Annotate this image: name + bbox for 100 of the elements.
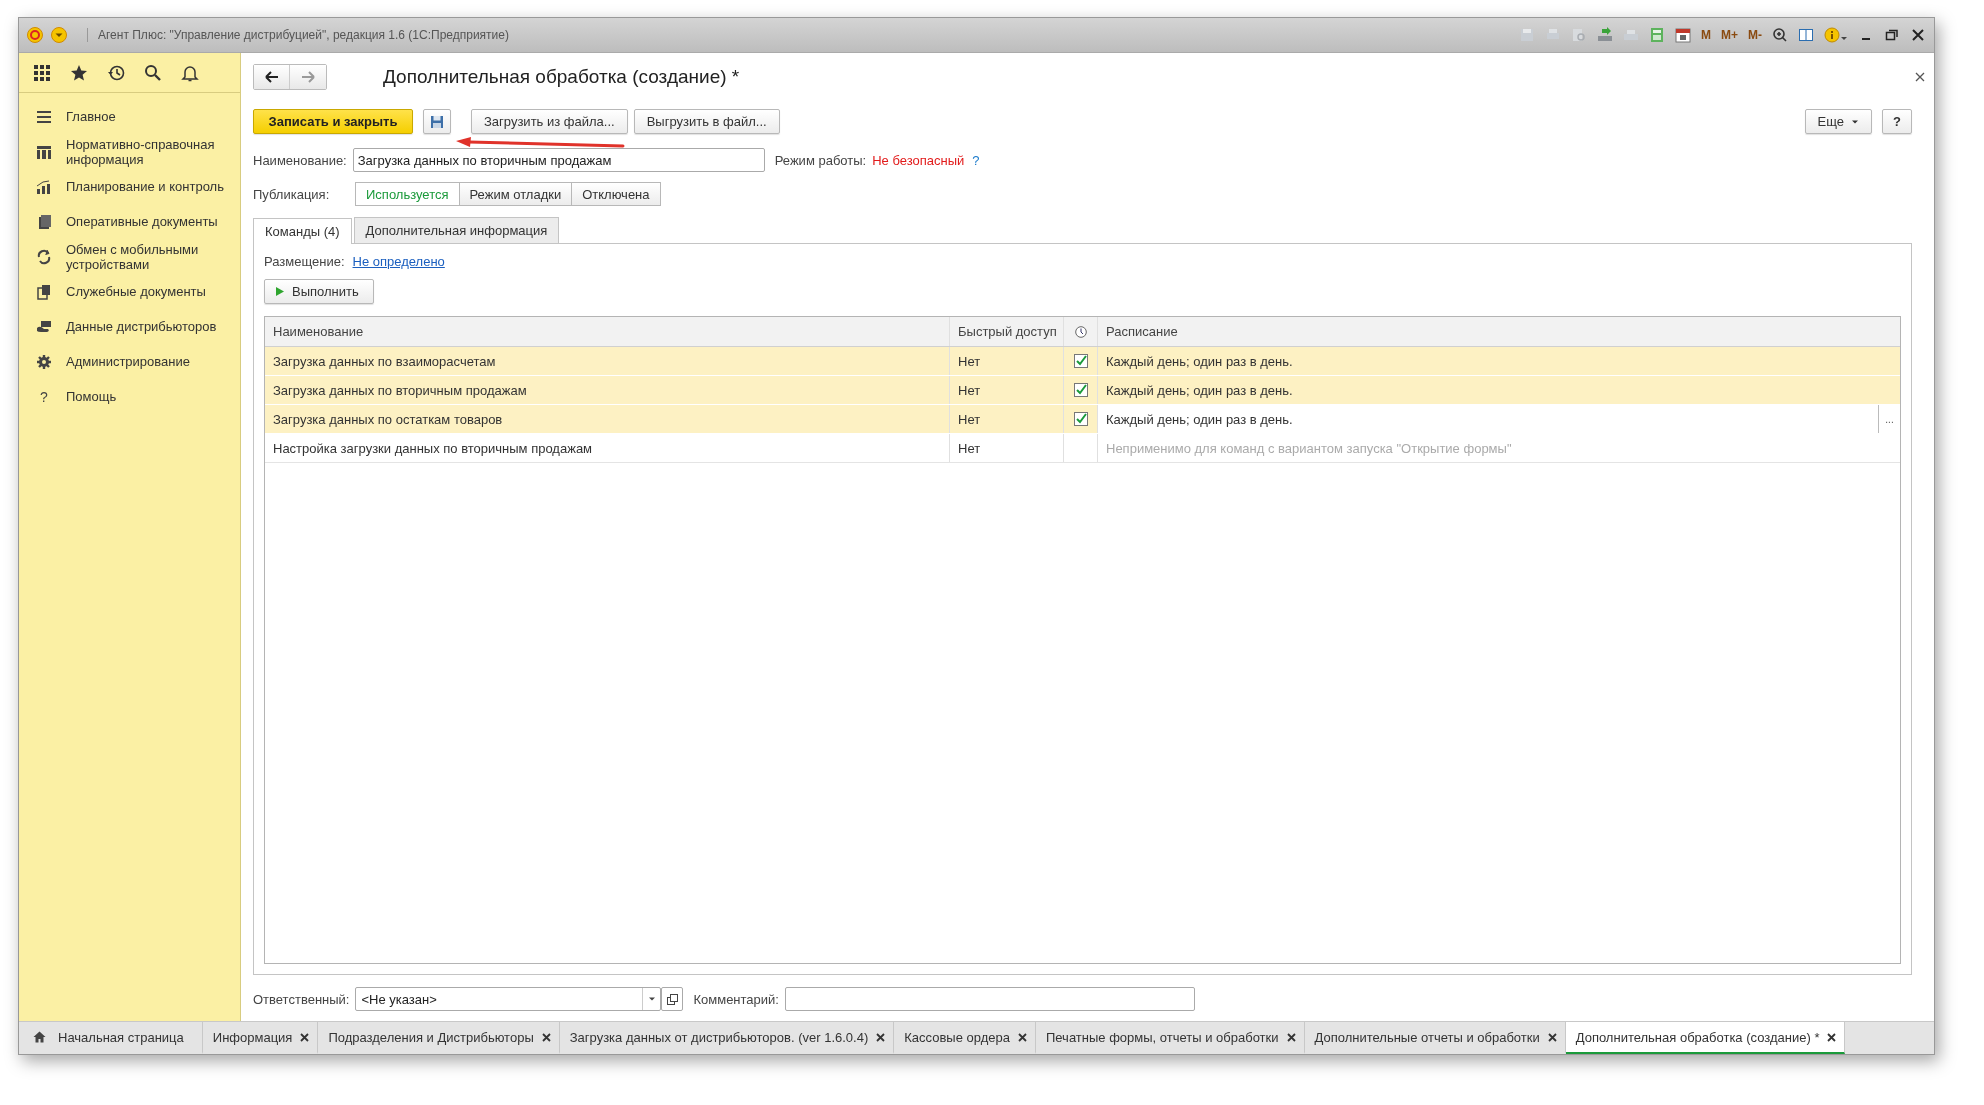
column-header[interactable]: Наименование	[265, 317, 950, 346]
history-icon[interactable]	[107, 63, 125, 82]
close-icon[interactable]	[300, 1032, 310, 1042]
window-tab[interactable]: Кассовые ордера	[894, 1022, 1036, 1054]
window-tab[interactable]: Дополнительные отчеты и обработки	[1304, 1022, 1566, 1054]
window-tab[interactable]: Печатные формы, отчеты и обработки	[1035, 1022, 1305, 1054]
field-label: Комментарий:	[693, 991, 779, 1007]
close-icon[interactable]	[1547, 1032, 1557, 1042]
zoom-icon[interactable]	[1772, 27, 1788, 43]
tab[interactable]: Дополнительная информация	[353, 217, 560, 243]
column-header[interactable]: Быстрый доступ	[950, 317, 1064, 346]
close-icon[interactable]	[1910, 27, 1926, 43]
sidebar-item[interactable]: Данные дистрибьюторов	[19, 309, 240, 344]
gear-icon	[36, 353, 52, 370]
field-label: Режим работы:	[774, 152, 867, 168]
info-icon[interactable]	[1824, 27, 1848, 43]
close-icon[interactable]	[1914, 71, 1926, 83]
table-cell: Нет	[950, 376, 1064, 404]
placement-link[interactable]: Не определено	[352, 254, 445, 269]
documents-icon	[36, 213, 52, 230]
column-header[interactable]: Расписание	[1098, 317, 1900, 346]
save-and-close-button[interactable]: Записать и закрыть	[253, 109, 413, 134]
close-icon[interactable]	[541, 1032, 551, 1042]
table-cell-text: Неприменимо для команд с вариантом запуска "Открытие формы"	[1105, 439, 1513, 458]
table-cell: Загрузка данных по вторичным продажам	[265, 376, 950, 404]
window-tab[interactable]: Дополнительная обработка (создание) *	[1565, 1022, 1846, 1054]
table-cell-text: Каждый день; один раз в день.	[1105, 352, 1294, 371]
bar-chart-icon	[36, 178, 52, 195]
apps-icon[interactable]	[33, 63, 51, 82]
sidebar-item[interactable]: Планирование и контроль	[19, 169, 240, 204]
caret-icon	[647, 996, 656, 1002]
name-field[interactable]: Загрузка данных по вторичным продажам	[352, 148, 765, 172]
calendar-icon[interactable]	[1675, 27, 1691, 43]
close-icon[interactable]	[876, 1032, 886, 1042]
sidebar-item[interactable]: Главное	[19, 99, 240, 134]
save-button[interactable]	[423, 109, 451, 134]
memory-button[interactable]: M-	[1748, 28, 1762, 42]
table-row[interactable]: Загрузка данных по вторичным продажам Нет Каждый день; один раз в день.	[265, 376, 1900, 405]
clock-icon	[1074, 325, 1087, 338]
table-row[interactable]: Загрузка данных по взаиморасчетам Нет Каждый день; один раз в день.	[265, 347, 1900, 376]
memory-button[interactable]: M+	[1721, 28, 1738, 42]
tab[interactable]: Команды (4)	[253, 218, 352, 244]
publication-option[interactable]: Отключена	[571, 182, 661, 206]
back-arrow-icon	[264, 71, 279, 83]
document-icon	[36, 283, 52, 300]
panels-icon[interactable]	[1798, 27, 1814, 43]
sidebar-item[interactable]: ? Помощь	[19, 379, 240, 414]
star-icon[interactable]	[70, 63, 88, 82]
help-button[interactable]: ?	[1882, 109, 1912, 134]
publication-option[interactable]: Режим отладки	[458, 182, 573, 206]
sidebar-item[interactable]: Нормативно-справочная информация	[19, 134, 240, 169]
window-tab[interactable]: Подразделения и Дистрибьюторы	[318, 1022, 560, 1054]
table-cell: Нет	[950, 434, 1064, 462]
back-button[interactable]	[254, 65, 290, 89]
restore-icon[interactable]	[1884, 27, 1900, 43]
columns-icon	[36, 143, 52, 160]
run-button[interactable]: Выполнить	[264, 279, 374, 304]
checkbox[interactable]	[1073, 383, 1088, 397]
window-tab[interactable]: Загрузка данных от дистрибьюторов. (ver 1.6.0.4)	[559, 1022, 895, 1054]
window-title: Агент Плюс: "Управление дистрибуцией", редакция 1.6 (1С:Предприятие)	[87, 28, 509, 42]
load-from-file-button[interactable]: Загрузить из файла...	[471, 109, 628, 134]
close-icon[interactable]	[1827, 1032, 1837, 1042]
logo-icon	[27, 27, 43, 43]
window-tab[interactable]: Информация	[202, 1022, 319, 1054]
responsible-field[interactable]: <Не указан>	[355, 987, 662, 1011]
bell-icon[interactable]	[181, 63, 199, 82]
open-button[interactable]	[661, 987, 684, 1011]
field-label: Ответственный:	[253, 991, 350, 1007]
table-row[interactable]: Настройка загрузки данных по вторичным продажам Нет Неприменимо для команд с вариантом запуска "Открытие формы"	[265, 434, 1900, 463]
table-cell: Нет	[950, 347, 1064, 375]
checkbox[interactable]	[1073, 354, 1088, 368]
form-title: Дополнительная обработка (создание) *	[383, 66, 740, 88]
close-icon[interactable]	[1017, 1032, 1027, 1042]
menu-icon	[36, 108, 52, 125]
field-label: Публикация:	[253, 186, 331, 202]
sidebar-item[interactable]: Администрирование	[19, 344, 240, 379]
open-icon	[666, 993, 678, 1005]
checkbox[interactable]	[1073, 412, 1088, 426]
field-label: Наименование:	[253, 152, 347, 168]
sidebar-item[interactable]: Обмен с мобильными устройствами	[19, 239, 240, 274]
forward-arrow-icon	[301, 71, 315, 83]
memory-button[interactable]: M	[1701, 28, 1711, 42]
more-button[interactable]: Еще	[1804, 109, 1872, 134]
home-icon	[33, 1031, 46, 1043]
mode-value: Не безопасный	[872, 152, 965, 168]
save-to-file-button[interactable]: Выгрузить в файл...	[633, 109, 780, 134]
help-link[interactable]: ?	[972, 152, 980, 168]
sidebar-item[interactable]: Оперативные документы	[19, 204, 240, 239]
caret-icon	[1851, 118, 1859, 125]
comment-field[interactable]	[784, 987, 1195, 1011]
table-cell-text: Каждый день; один раз в день.	[1105, 381, 1294, 400]
sidebar-item[interactable]: Служебные документы	[19, 274, 240, 309]
sync-icon	[36, 248, 52, 265]
dropdown-icon[interactable]	[51, 27, 67, 43]
publication-option[interactable]: Используется	[355, 182, 460, 206]
table-cell: Загрузка данных по взаиморасчетам	[265, 347, 950, 375]
window-tab[interactable]: Начальная страница	[19, 1022, 203, 1054]
search-icon[interactable]	[144, 63, 162, 82]
close-icon[interactable]	[1286, 1032, 1296, 1042]
help-icon: ?	[36, 388, 52, 405]
